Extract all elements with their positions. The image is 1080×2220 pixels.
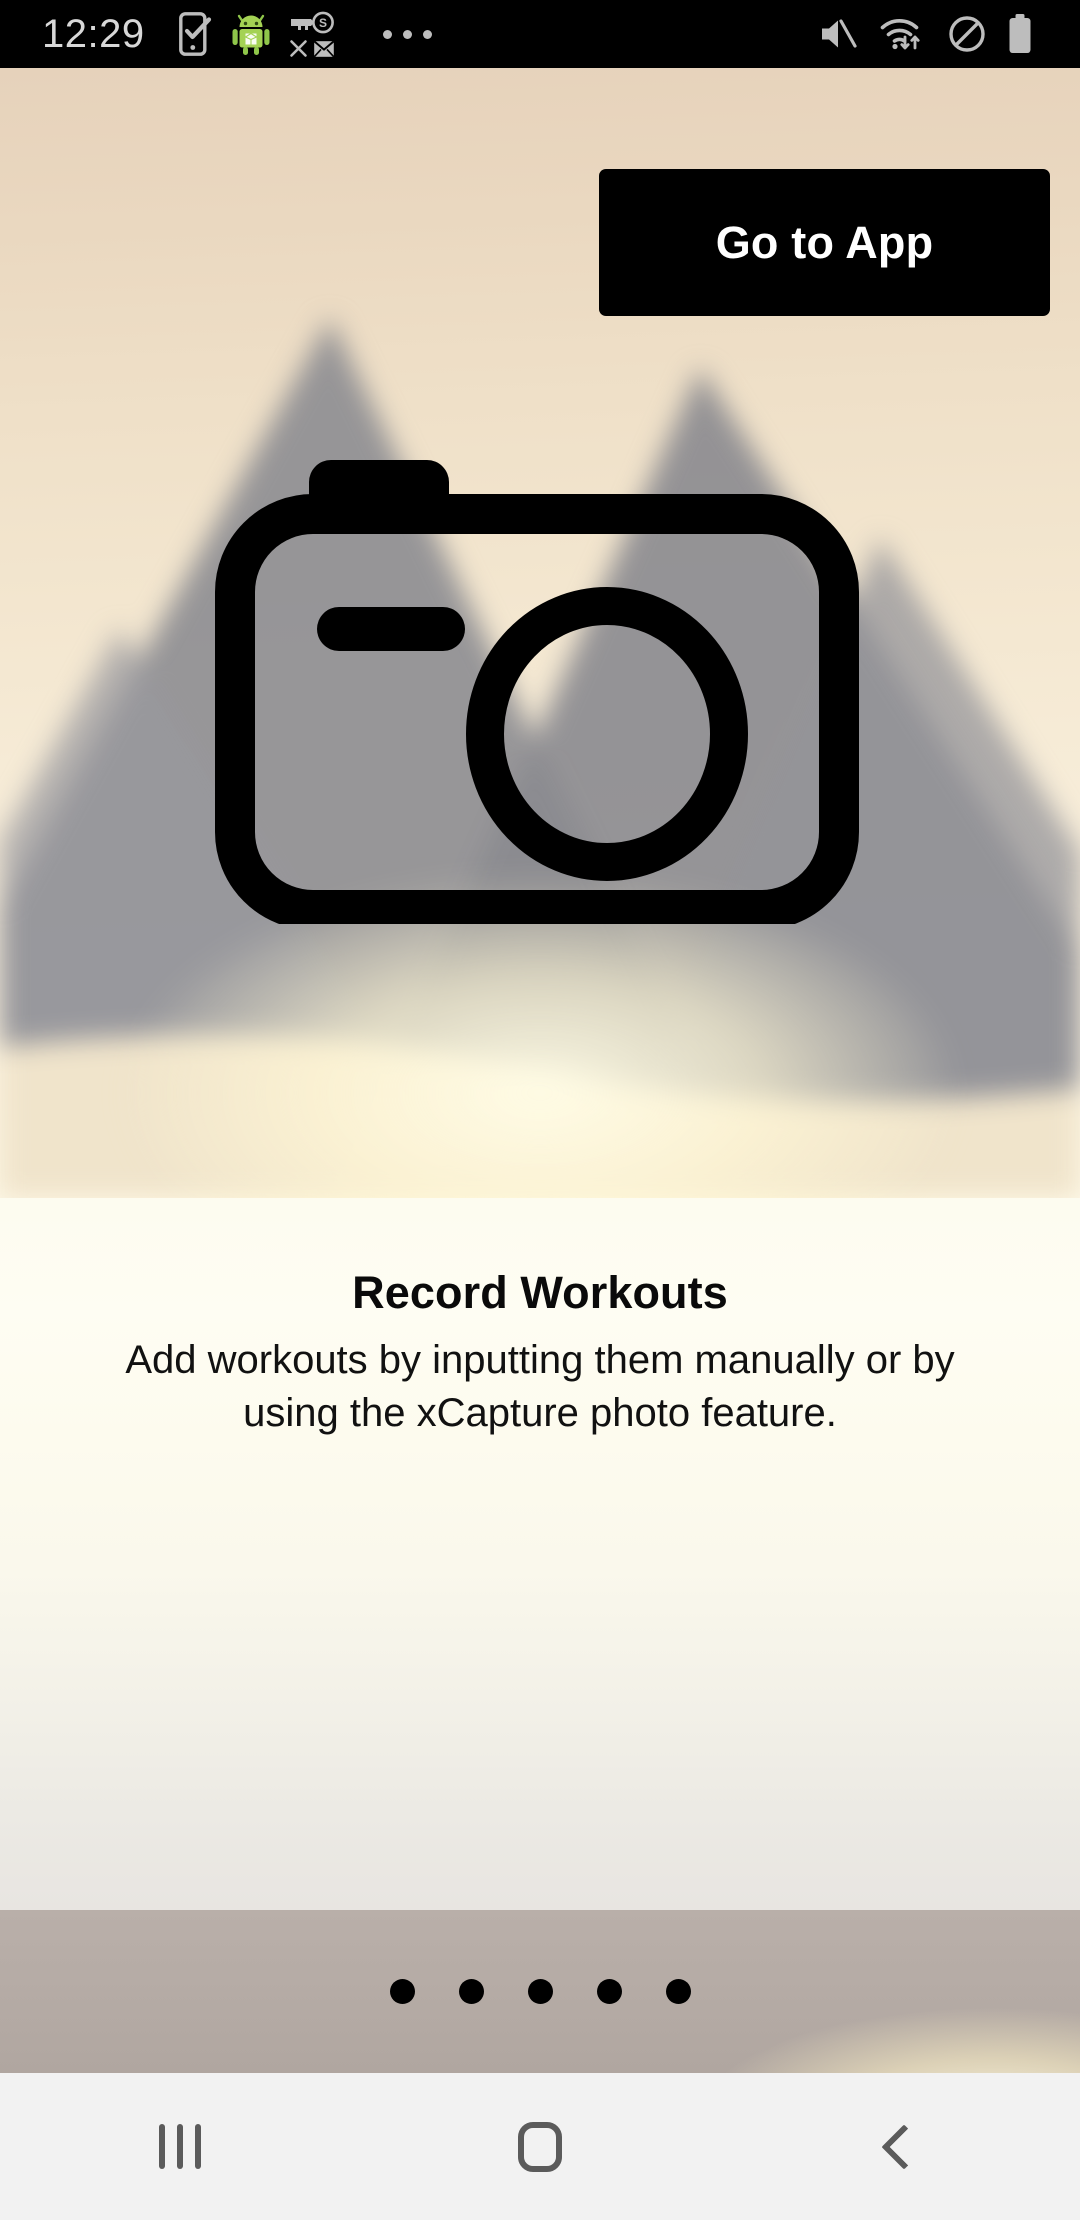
back-button[interactable]: [720, 2073, 1080, 2220]
home-button[interactable]: [360, 2073, 720, 2220]
page-dot-2[interactable]: [458, 1979, 484, 2004]
go-to-app-button[interactable]: Go to App: [599, 169, 1050, 316]
pager-band: [0, 1910, 1080, 2073]
wifi-transfer-icon: [880, 19, 920, 50]
page-dot-5[interactable]: [665, 1979, 691, 2004]
recents-icon: [159, 2124, 201, 2169]
page-indicator[interactable]: [389, 1979, 691, 2004]
onboarding-hero: Go to App: [0, 68, 1080, 1198]
home-icon: [518, 2121, 562, 2172]
chevron-left-icon: [881, 2123, 927, 2170]
recents-button[interactable]: [0, 2073, 360, 2220]
status-bar-right: [818, 14, 1080, 54]
overflow-dots-icon: [382, 29, 432, 39]
status-bar-left: 12:29 S: [0, 11, 432, 57]
android-robot-icon: [232, 14, 270, 55]
key-notification-group: S: [289, 11, 335, 57]
volume-mute-icon: [822, 19, 857, 48]
battery-icon: [1009, 14, 1031, 53]
onboarding-content: Record Workouts Add workouts by inputtin…: [0, 1198, 1080, 1910]
envelope-icon: [313, 39, 335, 57]
page-dot-1[interactable]: [389, 1979, 415, 2004]
phone-screen: 12:29 S Go to App Record Workouts Add wo…: [0, 0, 1080, 2220]
status-bar: 12:29 S: [0, 0, 1080, 68]
do-not-disturb-icon: [949, 16, 985, 52]
page-dot-3[interactable]: [527, 1979, 553, 2004]
svg-text:S: S: [319, 16, 327, 30]
page-description: Add workouts by inputting them manually …: [125, 1337, 955, 1435]
status-bar-notification-icons: S: [178, 11, 432, 57]
system-navigation-bar: [0, 2073, 1080, 2220]
phone-checkmark-icon: [178, 12, 211, 56]
status-bar-clock: 12:29: [42, 12, 145, 56]
page-title: Record Workouts: [352, 1267, 728, 1318]
close-x-icon: [289, 40, 307, 57]
page-dot-4[interactable]: [596, 1979, 622, 2004]
key-dollar-icon: S: [290, 11, 334, 34]
